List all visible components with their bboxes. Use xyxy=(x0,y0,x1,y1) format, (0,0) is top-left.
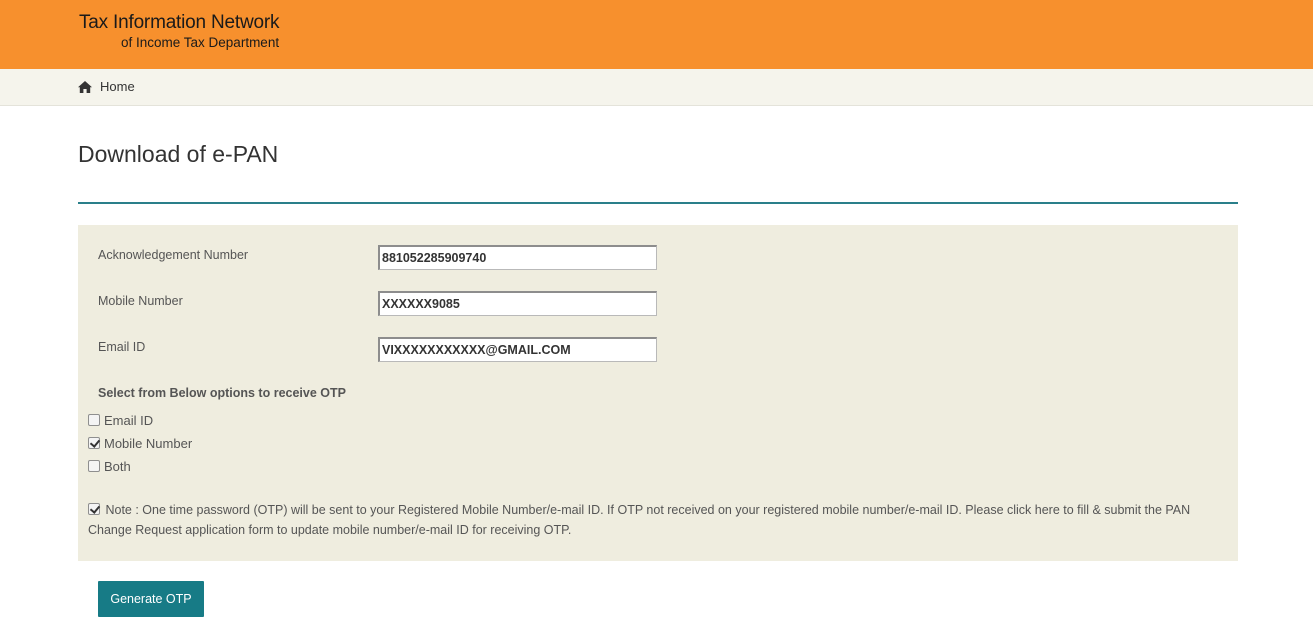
generate-otp-button[interactable]: Generate OTP xyxy=(98,581,204,617)
otp-note: Note : One time password (OTP) will be s… xyxy=(88,500,1228,540)
home-icon[interactable] xyxy=(78,81,92,93)
email-id-input[interactable] xyxy=(378,337,657,362)
breadcrumb: Home xyxy=(0,69,1313,106)
otp-email-label: Email ID xyxy=(104,413,154,428)
otp-note-text: Note : One time password (OTP) will be s… xyxy=(88,503,1191,537)
page-title: Download of e-PAN xyxy=(78,141,279,167)
epan-form: Acknowledgement Number Mobile Number Ema… xyxy=(78,225,1238,561)
note-checkbox[interactable] xyxy=(88,503,100,515)
site-header: Tax Information Network of Income Tax De… xyxy=(0,0,1313,69)
mobile-number-label: Mobile Number xyxy=(98,294,183,308)
otp-mobile-checkbox[interactable] xyxy=(88,437,100,449)
acknowledgement-number-label: Acknowledgement Number xyxy=(98,248,249,262)
acknowledgement-number-input[interactable] xyxy=(378,245,657,270)
site-brand[interactable]: Tax Information Network of Income Tax De… xyxy=(79,12,279,52)
title-divider xyxy=(78,202,1238,204)
breadcrumb-home-link[interactable]: Home xyxy=(100,79,135,95)
mobile-number-input[interactable] xyxy=(378,291,657,316)
brand-subtitle: of Income Tax Department xyxy=(121,35,280,50)
otp-mobile-label: Mobile Number xyxy=(104,436,193,451)
brand-title: Tax Information Network xyxy=(79,12,280,33)
email-id-label: Email ID xyxy=(98,340,146,354)
otp-both-label: Both xyxy=(104,459,131,474)
otp-email-checkbox[interactable] xyxy=(88,414,100,426)
otp-options-heading: Select from Below options to receive OTP xyxy=(98,386,346,400)
otp-both-checkbox[interactable] xyxy=(88,460,100,472)
